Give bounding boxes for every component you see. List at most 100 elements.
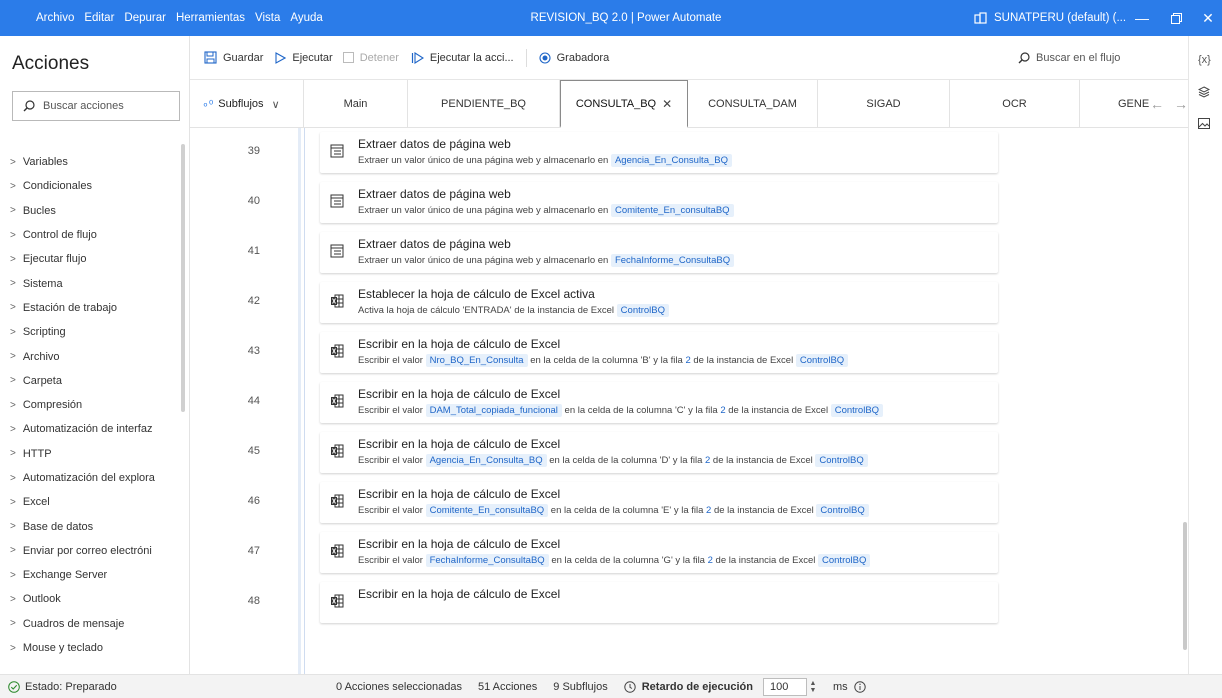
step-number: 48 [247,595,260,607]
action-card[interactable]: Extraer datos de página web Extraer un va… [320,182,998,223]
images-button[interactable] [1198,118,1210,132]
variable-chip: Comitente_En_consultaBQ [610,204,734,217]
action-category[interactable]: > Sistema [0,271,184,295]
chevron-right-icon: > [10,302,16,314]
ui-elements-button[interactable] [1197,86,1211,101]
action-card[interactable]: Escribir en la hoja de cálculo de Excel E… [320,482,998,523]
action-category[interactable]: > Cuadros de mensaje [0,612,184,636]
minimize-button[interactable]: — [1124,0,1160,36]
action-card[interactable]: Extraer datos de página web Extraer un va… [320,132,998,173]
search-actions-input[interactable]: Buscar acciones [12,91,180,121]
variable-chip: ControlBQ [815,454,868,467]
action-category[interactable]: > Base de datos [0,514,184,538]
description-text: Extraer un valor único de una página web… [358,155,611,166]
action-category-label: Outlook [22,593,61,606]
action-card[interactable]: Escribir en la hoja de cálculo de Excel E… [320,532,998,573]
column-value: C [676,405,684,416]
tab-consulta-bq[interactable]: CONSULTA_BQ ✕ [560,80,688,128]
step-number: 42 [247,295,260,307]
variables-icon: {x} [1198,54,1211,66]
action-category[interactable]: > Control de flujo [0,223,184,247]
chevron-right-icon: > [10,156,16,168]
menu-depurar[interactable]: Depurar [124,12,166,24]
description-text: Escribir el valor [358,455,426,466]
delay-unit: ms [833,681,848,693]
action-category[interactable]: > Archivo [0,344,184,368]
action-category[interactable]: > Scripting [0,320,184,344]
action-category[interactable]: > Carpeta [0,369,184,393]
variables-pane-button[interactable]: {x} [1198,54,1211,66]
account-menu[interactable]: SUNATPERU (default) (... [974,0,1126,36]
search-actions-placeholder: Buscar acciones [43,100,124,112]
info-icon[interactable] [853,681,866,693]
action-card[interactable]: Escribir en la hoja de cálculo de Excel E… [320,382,998,423]
arrow-left-icon[interactable]: ← [1150,96,1164,112]
variable-chip: Comitente_En_consultaBQ [425,504,549,517]
tab-pendiente-bq[interactable]: PENDIENTE_BQ [408,80,560,128]
action-card[interactable]: Escribir en la hoja de cálculo de Excel E… [320,432,998,473]
action-card[interactable]: Escribir en la hoja de cálculo de Excel E… [320,332,998,373]
action-category[interactable]: > Outlook [0,587,184,611]
action-category[interactable]: > Variables [0,150,184,174]
chevron-right-icon: > [10,229,16,241]
menu-ayuda[interactable]: Ayuda [290,12,322,24]
description-text: de la instancia de Excel [690,355,796,366]
step-number: 47 [247,545,260,557]
description-text: en la celda de la columna ' [546,455,662,466]
arrow-right-icon[interactable]: → [1174,96,1188,112]
step-number: 41 [247,245,260,257]
action-category[interactable]: > Bucles [0,199,184,223]
action-card[interactable]: Escribir en la hoja de cálculo de Excel [320,582,998,623]
tab-label: CONSULTA_DAM [708,98,797,110]
chevron-right-icon: > [10,253,16,265]
flow-step-row: 46 Escribir en la hoja de cálculo de Exce… [190,478,1188,528]
menu-herramientas[interactable]: Herramientas [176,12,245,24]
image-icon [1198,118,1210,129]
close-tab-icon[interactable]: ✕ [662,97,672,111]
close-window-button[interactable]: ✕ [1194,0,1222,36]
action-category[interactable]: > Compresión [0,393,184,417]
action-category[interactable]: > Estación de trabajo [0,296,184,320]
tab-main[interactable]: Main [304,80,408,128]
action-description: Escribir el valor Agencia_En_Consulta_BQ… [358,454,868,467]
description-text: de la instancia de Excel [712,555,818,566]
delay-input[interactable]: 100 [763,678,807,696]
stop-button[interactable]: Detener [342,52,399,64]
actions-scrollbar[interactable] [181,144,185,412]
action-description: Extraer un valor único de una página web… [358,154,732,167]
action-card[interactable]: Extraer datos de página web Extraer un va… [320,232,998,273]
chevron-right-icon: > [10,472,16,484]
action-category[interactable]: > Automatización del explora [0,466,184,490]
action-category[interactable]: > Exchange Server [0,563,184,587]
tab-sigad[interactable]: SIGAD [818,80,950,128]
action-category[interactable]: > HTTP [0,442,184,466]
action-category[interactable]: > Enviar por correo electróni [0,539,184,563]
action-category[interactable]: > Mouse y teclado [0,636,184,660]
action-category-label: Cuadros de mensaje [22,617,125,630]
search-icon [1018,52,1030,64]
description-text: de la instancia de Excel [725,405,831,416]
delay-spinner[interactable]: ▲ ▼ [810,678,829,696]
action-category[interactable]: > Automatización de interfaz [0,417,184,441]
chevron-right-icon: > [10,545,16,557]
action-card[interactable]: Establecer la hoja de cálculo de Excel a… [320,282,998,323]
menu-vista[interactable]: Vista [255,12,280,24]
restore-button[interactable] [1158,0,1194,36]
action-category[interactable]: > Condicionales [0,174,184,198]
save-button[interactable]: Guardar [204,51,263,64]
subflows-dropdown[interactable]: ∘⁰ Subflujos ∨ [190,80,304,128]
tab-gene[interactable]: GENE [1080,80,1150,128]
search-flow-input[interactable]: Buscar en el flujo [1006,44,1182,72]
action-category[interactable]: > Ejecutar flujo [0,247,184,271]
tab-consulta-dam[interactable]: CONSULTA_DAM [688,80,818,128]
run-button[interactable]: Ejecutar [275,52,333,64]
action-category[interactable]: > Excel [0,490,184,514]
menu-archivo[interactable]: Archivo [36,12,74,24]
menu-editar[interactable]: Editar [84,12,114,24]
save-icon [204,51,217,64]
description-text: Escribir el valor [358,505,426,516]
recorder-button[interactable]: Grabadora [539,52,609,64]
tab-ocr[interactable]: OCR [950,80,1080,128]
menu-bar: Archivo Editar Depurar Herramientas Vist… [0,12,333,24]
run-next-action-button[interactable]: Ejecutar la acci... [411,52,514,64]
